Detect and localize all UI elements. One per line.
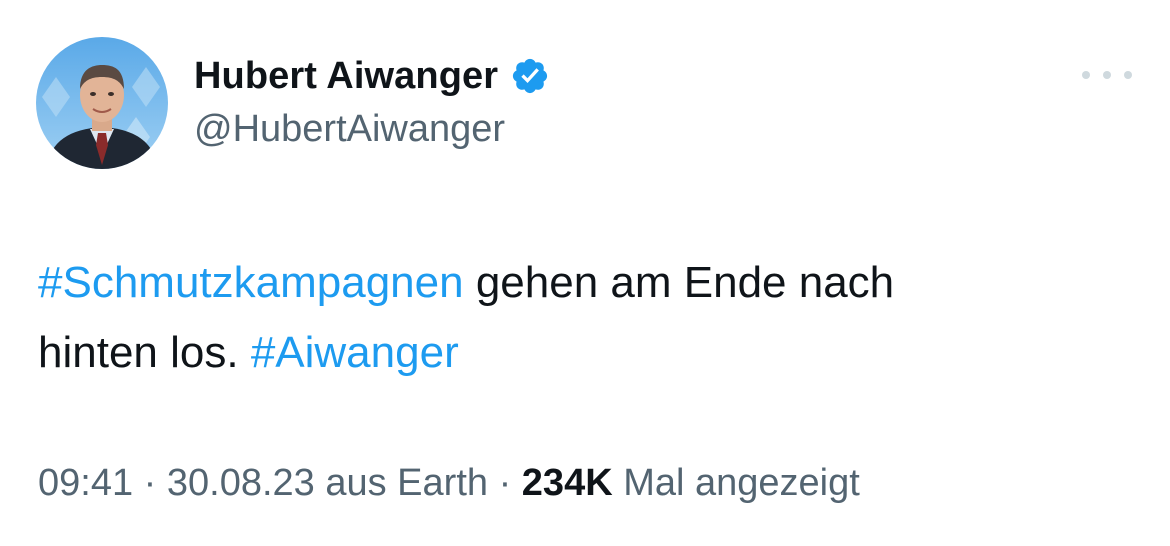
tweet-text-segment: gehen am Ende nach — [463, 258, 895, 307]
meta-separator: · — [133, 462, 167, 504]
more-options-icon-dot — [1103, 71, 1111, 79]
tweet-text: #Schmutzkampagnen gehen am Ende nach hin… — [38, 248, 1118, 388]
meta-separator: · — [488, 462, 522, 504]
more-options-icon — [1082, 71, 1090, 79]
views-label: Mal angezeigt — [612, 462, 860, 504]
verified-badge-icon — [510, 56, 550, 96]
tweet-card: Hubert Aiwanger @HubertAiwanger #Schmutz… — [0, 0, 1170, 546]
more-options-button[interactable] — [1082, 60, 1132, 90]
hashtag-link[interactable]: #Schmutzkampagnen — [38, 258, 464, 307]
tweet-meta: 09:41 · 30.08.23 aus Earth · 234K Mal an… — [38, 462, 860, 505]
author-name-row: Hubert Aiwanger — [194, 52, 550, 100]
more-options-icon-dot — [1124, 71, 1132, 79]
tweet-text-segment: hinten los. — [38, 328, 251, 377]
hashtag-link[interactable]: #Aiwanger — [251, 328, 459, 377]
views-count[interactable]: 234K — [522, 462, 613, 504]
tweet-source: aus Earth — [314, 462, 489, 504]
tweet-date[interactable]: 30.08.23 — [167, 462, 315, 504]
author-handle[interactable]: @HubertAiwanger — [194, 108, 505, 151]
tweet-time[interactable]: 09:41 — [38, 462, 133, 504]
author-avatar[interactable] — [36, 37, 168, 169]
author-display-name[interactable]: Hubert Aiwanger — [194, 55, 498, 98]
profile-photo-icon — [36, 37, 168, 169]
